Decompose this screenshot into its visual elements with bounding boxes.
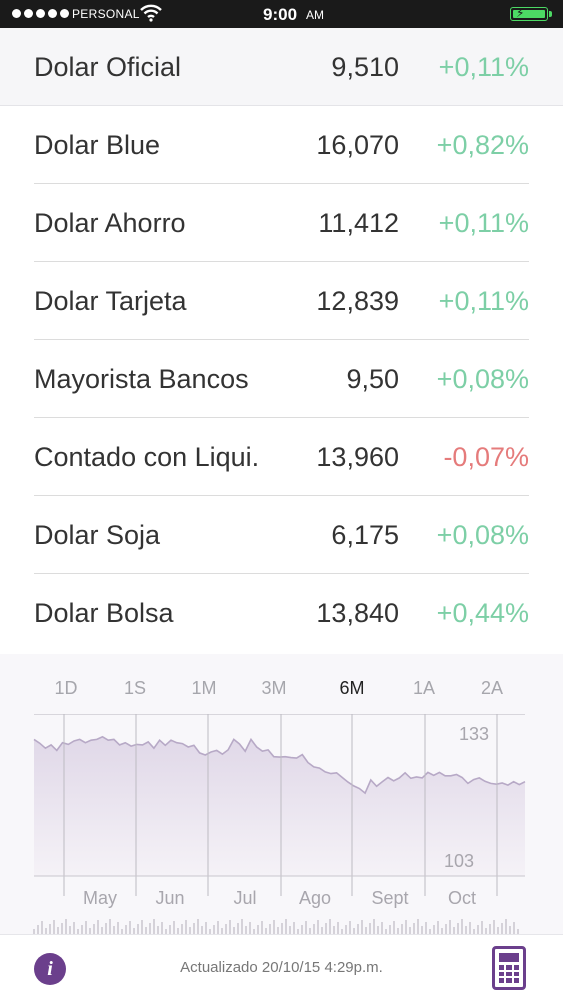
rate-name: Dolar Oficial: [34, 52, 182, 82]
carrier-name: PERSONAL: [72, 7, 140, 21]
rate-value: 9,50: [346, 364, 399, 394]
rate-row[interactable]: Mayorista Bancos 9,50 +0,08%: [0, 340, 563, 418]
clock-time: 9:00: [263, 5, 298, 24]
rate-row[interactable]: Dolar Oficial 9,510 +0,11%: [0, 28, 563, 106]
status-bar: PERSONAL 9:00 AM ⚡: [0, 0, 563, 28]
range-tab-1d[interactable]: 1D: [54, 678, 77, 699]
rate-name: Contado con Liqui.: [34, 442, 260, 472]
rate-change: +0,82%: [436, 130, 529, 160]
rate-value: 16,070: [316, 130, 399, 160]
rate-row[interactable]: Dolar Ahorro 11,412 +0,11%: [0, 184, 563, 262]
wifi-icon: [140, 4, 162, 27]
rate-value: 13,960: [316, 442, 399, 472]
y-tick-label: 133: [459, 724, 489, 744]
rate-change: +0,08%: [436, 364, 529, 394]
range-tab-1a[interactable]: 1A: [413, 678, 435, 699]
rate-name: Dolar Bolsa: [34, 598, 174, 628]
x-tick-label: Sept: [371, 888, 408, 908]
battery-icon: ⚡: [510, 6, 552, 21]
range-tab-6m[interactable]: 6M: [339, 678, 364, 699]
rate-value: 9,510: [331, 52, 399, 82]
clock-ampm: AM: [306, 8, 324, 22]
rate-change: -0,07%: [443, 442, 529, 472]
rate-name: Dolar Soja: [34, 520, 161, 550]
rate-row[interactable]: Dolar Bolsa 13,840 +0,44%: [0, 574, 563, 652]
rate-row[interactable]: Dolar Soja 6,175 +0,08%: [0, 496, 563, 574]
x-tick-label: May: [83, 888, 117, 908]
rate-value: 11,412: [318, 208, 399, 238]
y-tick-label: 103: [444, 851, 474, 871]
rate-name: Dolar Tarjeta: [34, 286, 187, 316]
rate-name: Dolar Ahorro: [34, 208, 186, 238]
rate-row[interactable]: Dolar Blue 16,070 +0,82%: [0, 106, 563, 184]
range-tab-2a[interactable]: 2A: [481, 678, 503, 699]
rate-change: +0,08%: [436, 520, 529, 550]
price-chart: 133 103 May Jun Jul Ago Sept Oct: [33, 714, 526, 934]
chart-panel: 1D 1S 1M 3M 6M 1A 2A 133 103 May Jun Jul Ago Sept Oct: [0, 654, 563, 934]
range-selector: 1D 1S 1M 3M 6M 1A 2A: [0, 678, 563, 708]
calculator-icon[interactable]: [492, 946, 526, 990]
rate-value: 12,839: [316, 286, 399, 316]
x-tick-label: Jun: [155, 888, 184, 908]
rate-value: 13,840: [316, 598, 399, 628]
rate-name: Mayorista Bancos: [34, 364, 249, 394]
rates-list: Dolar Oficial 9,510 +0,11% Dolar Blue 16,070…: [0, 28, 563, 652]
rate-row[interactable]: Contado con Liqui. 13,960 -0,07%: [0, 418, 563, 496]
x-tick-label: Ago: [299, 888, 331, 908]
rate-change: +0,11%: [438, 52, 529, 82]
rate-row[interactable]: Dolar Tarjeta 12,839 +0,11%: [0, 262, 563, 340]
range-tab-1m[interactable]: 1M: [191, 678, 216, 699]
range-tab-1s[interactable]: 1S: [124, 678, 146, 699]
rate-change: +0,11%: [438, 286, 529, 316]
bottom-bar: i Actualizado 20/10/15 4:29p.m.: [0, 934, 563, 1000]
rate-change: +0,11%: [438, 208, 529, 238]
signal-strength-icon: [12, 9, 69, 18]
rate-change: +0,44%: [436, 598, 529, 628]
rate-name: Dolar Blue: [34, 130, 161, 160]
x-tick-label: Jul: [233, 888, 256, 908]
rate-value: 6,175: [331, 520, 399, 550]
x-tick-label: Oct: [448, 888, 476, 908]
last-updated-label: Actualizado 20/10/15 4:29p.m.: [180, 959, 383, 976]
range-tab-3m[interactable]: 3M: [261, 678, 286, 699]
